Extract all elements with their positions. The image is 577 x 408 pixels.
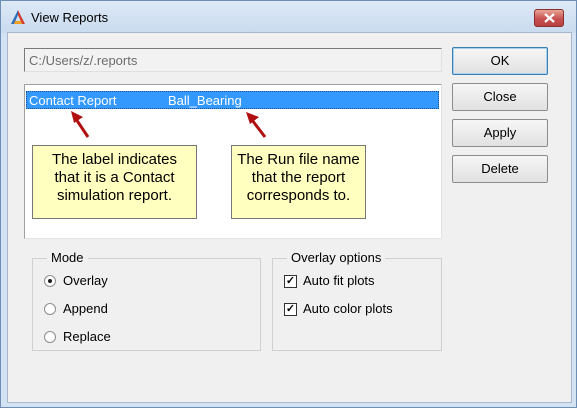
runfile-callout-line: corresponds to. [246,187,351,204]
label-callout-arrow-icon [71,111,90,138]
overlay-options-title: Overlay options [287,250,386,265]
overlay-label[interactable]: Overlay [63,273,108,288]
auto-color-checkbox[interactable]: ✓ [284,303,297,316]
label-callout: The label indicates that it is a Contact… [32,145,197,219]
auto-color-label[interactable]: Auto color plots [303,301,393,316]
window-close-button[interactable] [534,9,564,27]
callout-arrows [71,111,267,138]
auto-fit-label[interactable]: Auto fit plots [303,273,375,288]
replace-radio[interactable] [44,331,56,343]
dialog-body: C:/Users/z/.reports OK Close Apply Delet… [7,32,572,403]
mode-group-title: Mode [47,250,88,265]
label-callout-line: that it is a Contact [54,169,175,186]
auto-fit-checkbox[interactable]: ✓ [284,275,297,288]
mode-group: Mode Overlay Append Replace [32,250,261,351]
overlay-options-group: Overlay options ✓ Auto fit plots ✓ Auto … [272,250,442,351]
view-reports-dialog: View Reports C:/Users/z/.reports OK Clos… [0,0,577,408]
replace-label[interactable]: Replace [63,329,111,344]
window-title: View Reports [31,10,109,25]
append-label[interactable]: Append [63,301,108,316]
close-icon [544,13,555,23]
overlay-radio[interactable] [44,275,56,287]
runfile-callout: The Run file name that the report corres… [231,145,366,219]
runfile-callout-arrow-icon [246,112,267,138]
label-callout-line: The label indicates [51,151,178,168]
runfile-callout-line: that the report [251,169,346,186]
append-radio[interactable] [44,303,56,315]
label-callout-line: simulation report. [56,187,173,204]
title-bar: View Reports [1,1,576,33]
runfile-callout-line: The Run file name [237,151,360,168]
app-logo-icon [11,10,25,24]
